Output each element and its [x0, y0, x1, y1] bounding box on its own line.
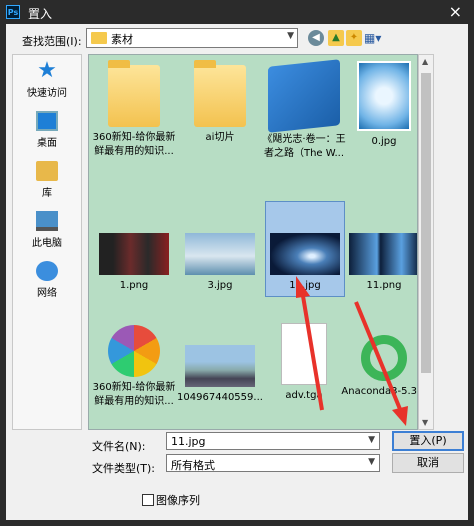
annotation-arrows	[296, 276, 408, 426]
arrow-head	[392, 406, 408, 426]
arrow-head	[296, 276, 310, 298]
red-arrow-to-file	[300, 289, 324, 411]
red-arrow-to-place-button	[354, 301, 404, 415]
